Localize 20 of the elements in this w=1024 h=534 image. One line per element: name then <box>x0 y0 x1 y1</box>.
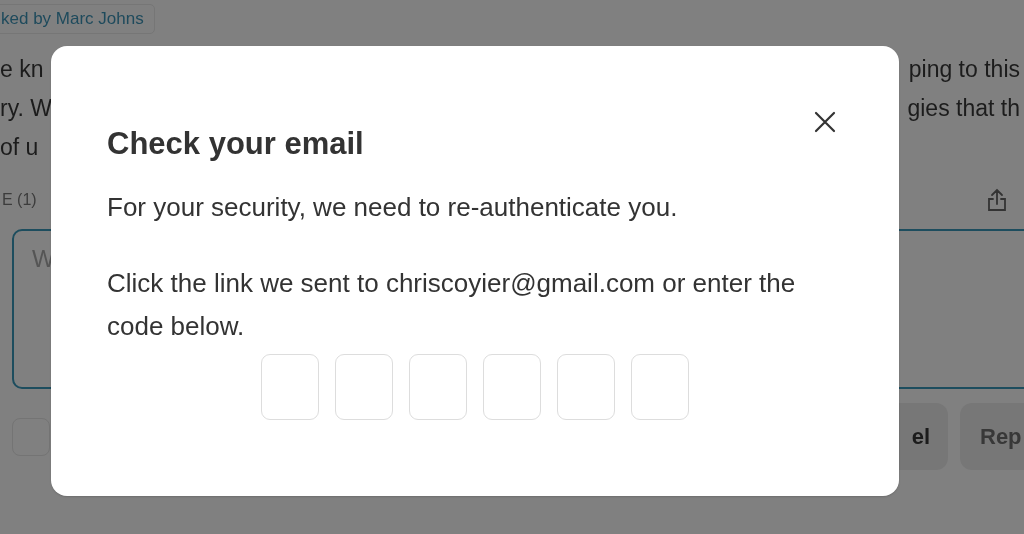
code-input[interactable] <box>335 354 393 420</box>
reply-button[interactable]: Rep <box>960 403 1024 470</box>
likes-label[interactable]: E (1) <box>2 191 37 209</box>
body-text: ping to this <box>908 56 1020 83</box>
body-text: e kn <box>0 56 44 83</box>
body-text: ry. W <box>0 95 52 122</box>
close-icon[interactable] <box>814 111 836 133</box>
code-input[interactable] <box>557 354 615 420</box>
dialog-instructions: Click the link we sent to chriscoyier@gmail.com or enter the code below. <box>107 267 797 343</box>
code-input[interactable] <box>483 354 541 420</box>
share-icon[interactable] <box>986 188 1008 212</box>
code-input[interactable] <box>261 354 319 420</box>
body-text: of u <box>0 134 39 161</box>
toolbar-button[interactable] <box>12 417 50 456</box>
code-input[interactable] <box>409 354 467 420</box>
dialog-title: Check your email <box>107 126 365 162</box>
author-tag[interactable]: ked by Marc Johns <box>0 4 155 34</box>
dialog-message: For your security, we need to re-authenticate you. <box>107 191 679 224</box>
code-input[interactable] <box>631 354 689 420</box>
body-text: gies that th <box>907 95 1020 122</box>
